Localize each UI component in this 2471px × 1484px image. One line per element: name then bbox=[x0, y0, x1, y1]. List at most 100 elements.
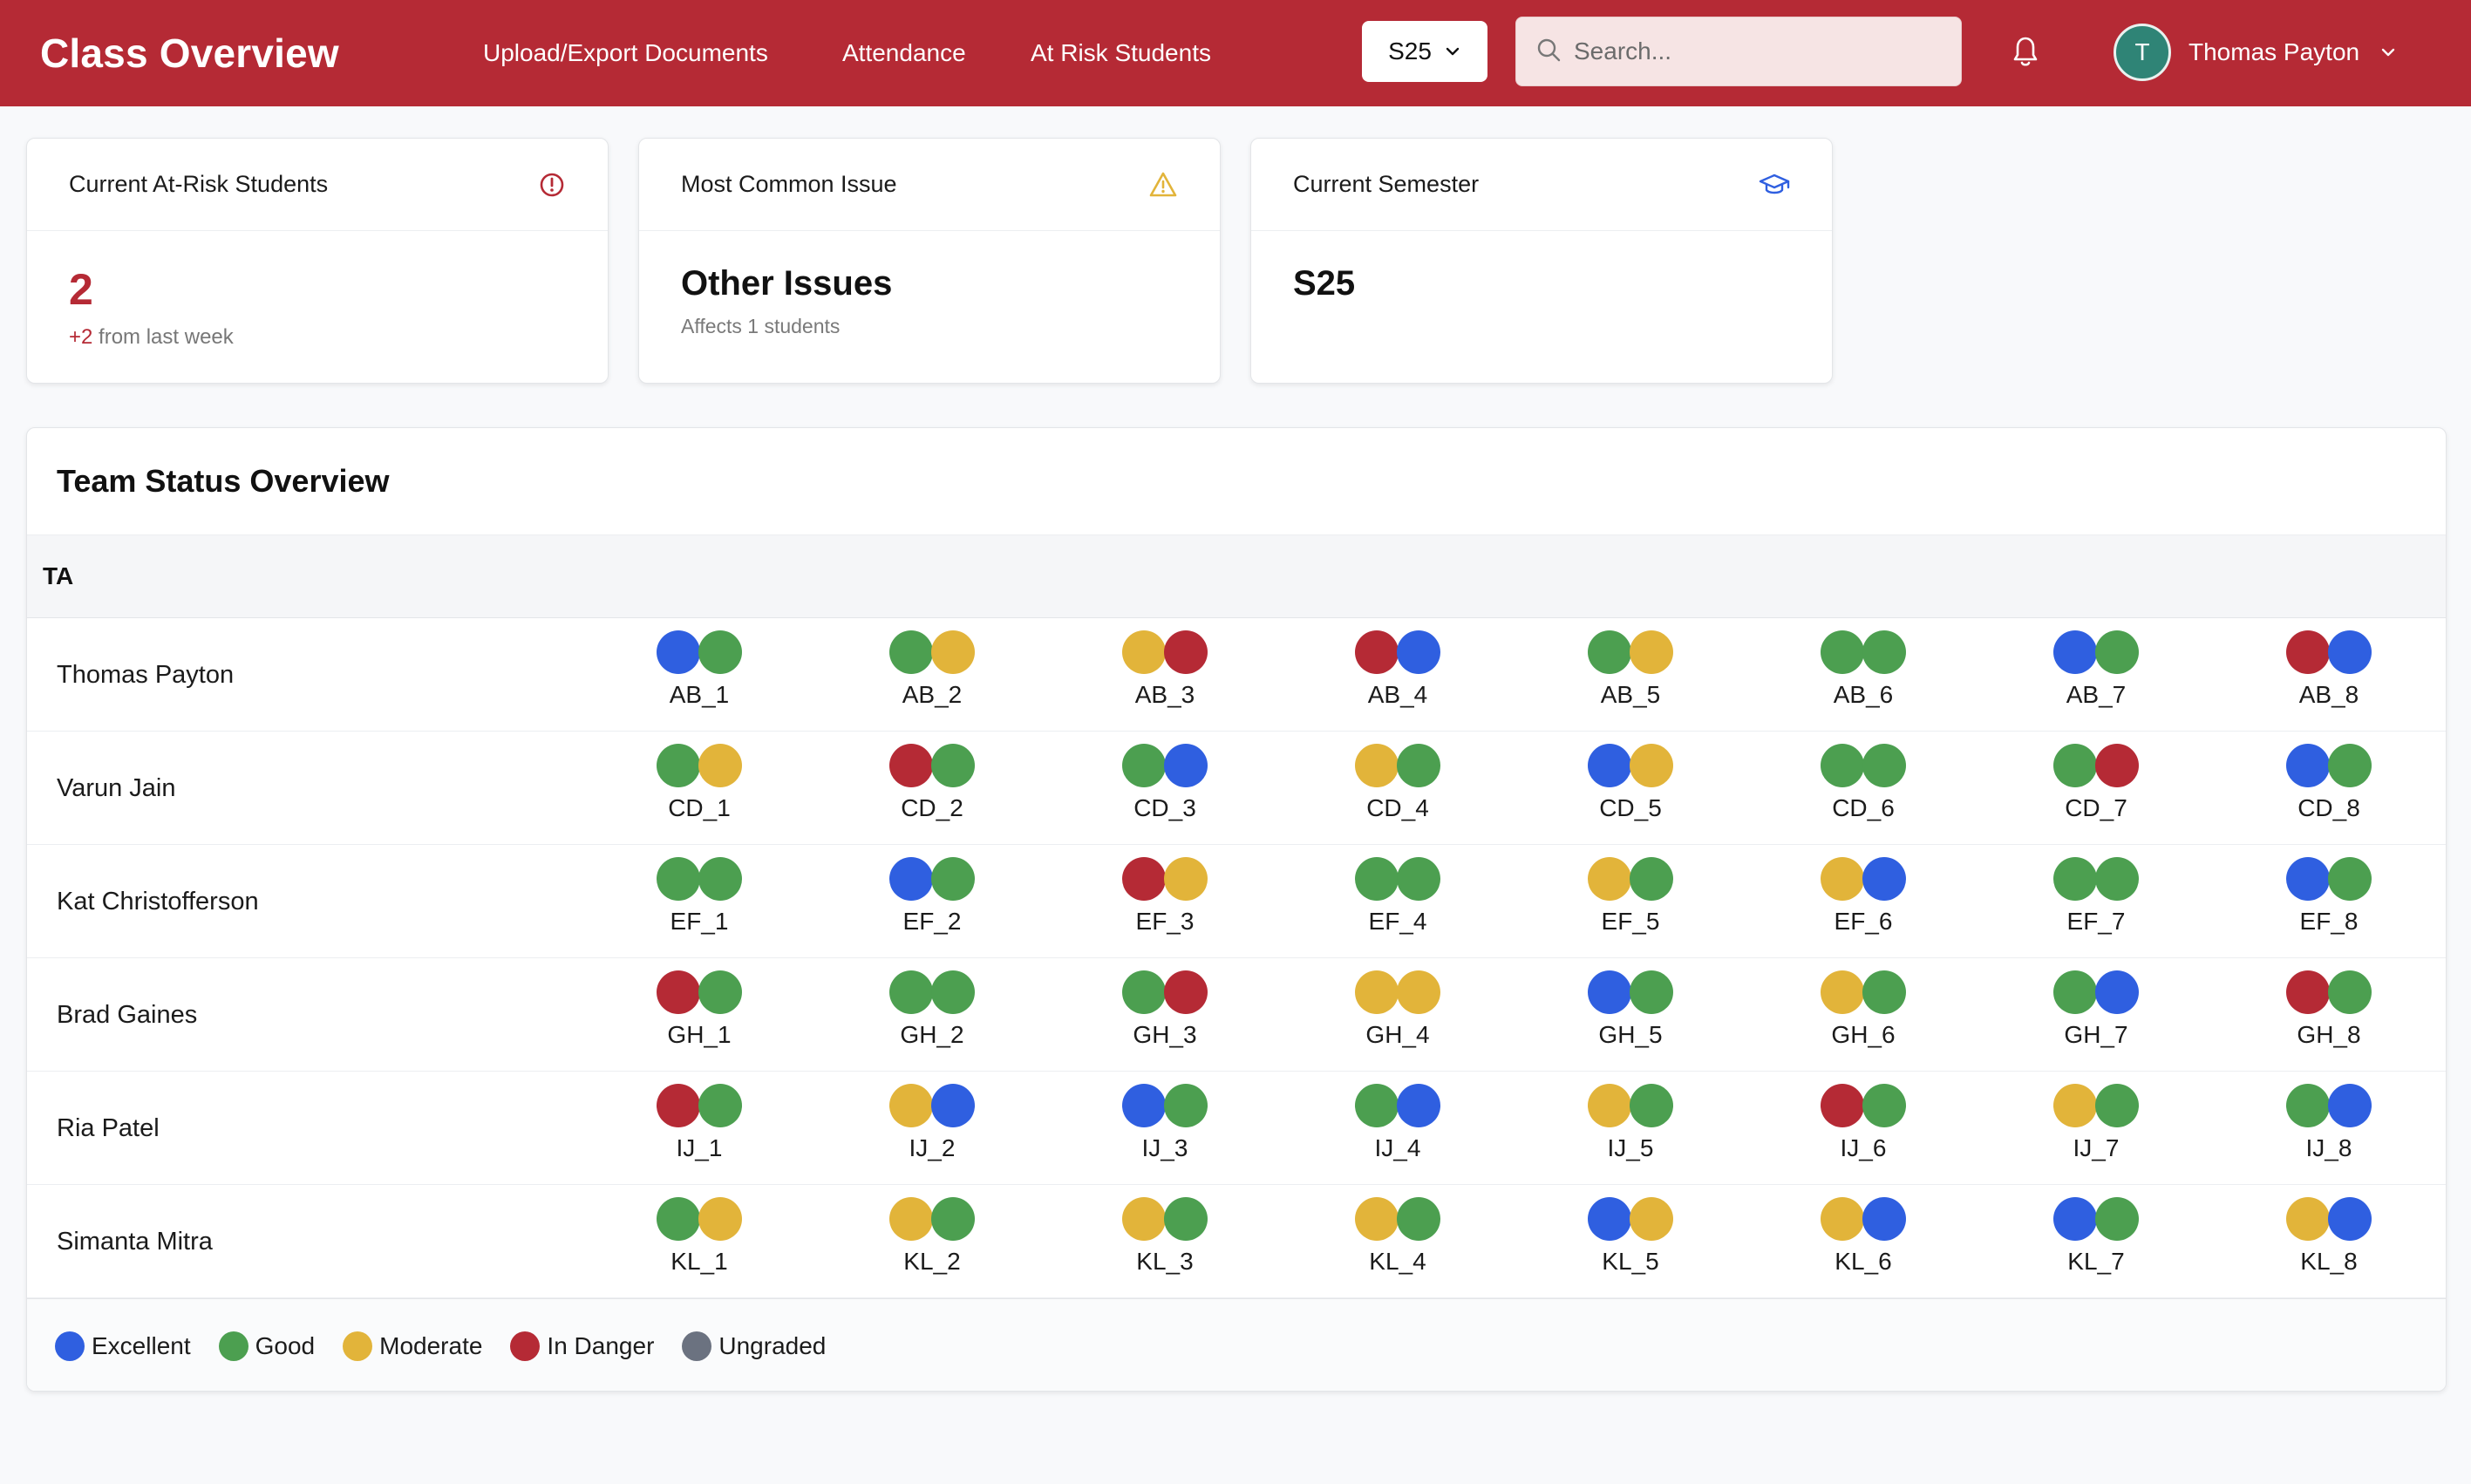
team-label: IJ_4 bbox=[1374, 1134, 1421, 1161]
status-dot-moderate bbox=[1122, 1197, 1166, 1241]
legend-label: In Danger bbox=[547, 1331, 655, 1359]
team-status-cell[interactable]: AB_1 bbox=[647, 630, 752, 726]
team-status-cell[interactable]: AB_5 bbox=[1578, 630, 1683, 726]
nav-at-risk-students[interactable]: At Risk Students bbox=[1031, 0, 1211, 106]
team-status-cell[interactable]: EF_6 bbox=[1811, 857, 1916, 953]
team-label: AB_3 bbox=[1134, 681, 1195, 708]
graduation-cap-icon bbox=[1759, 174, 1790, 194]
status-dots bbox=[2286, 1084, 2372, 1127]
team-status-cell[interactable]: EF_5 bbox=[1578, 857, 1683, 953]
status-dots bbox=[657, 970, 742, 1014]
team-status-cell[interactable]: CD_1 bbox=[647, 744, 752, 840]
team-status-cell[interactable]: AB_4 bbox=[1345, 630, 1450, 726]
team-status-cell[interactable]: EF_7 bbox=[2044, 857, 2148, 953]
status-dot-moderate bbox=[1630, 744, 1673, 787]
team-status-cell[interactable]: EF_1 bbox=[647, 857, 752, 953]
user-menu[interactable]: T Thomas Payton bbox=[2114, 23, 2398, 82]
team-label: KL_1 bbox=[671, 1248, 728, 1275]
semester-select[interactable]: S25 bbox=[1362, 21, 1487, 82]
search-icon bbox=[1537, 38, 1561, 62]
team-status-cell[interactable]: CD_7 bbox=[2044, 744, 2148, 840]
status-dot-good bbox=[1122, 744, 1166, 787]
team-status-cell[interactable]: AB_6 bbox=[1811, 630, 1916, 726]
ta-name: Varun Jain bbox=[57, 773, 176, 802]
status-dots bbox=[2286, 1197, 2372, 1241]
team-status-cell[interactable]: KL_3 bbox=[1113, 1197, 1217, 1293]
team-status-cell[interactable]: EF_8 bbox=[2277, 857, 2381, 953]
search-box[interactable] bbox=[1515, 17, 1962, 86]
team-status-cell[interactable]: EF_2 bbox=[880, 857, 984, 953]
status-dot-moderate bbox=[931, 630, 975, 674]
status-dot-good bbox=[698, 1084, 742, 1127]
team-status-cell[interactable]: AB_2 bbox=[880, 630, 984, 726]
legend-label: Ungraded bbox=[718, 1331, 827, 1359]
status-dot-good bbox=[657, 857, 700, 901]
status-dot-excellent bbox=[1397, 630, 1440, 674]
search-input[interactable] bbox=[1574, 17, 1940, 85]
status-dots bbox=[1355, 1084, 1440, 1127]
table-row: Kat Christofferson EF_1 EF_2 EF_3 EF_4 EF_5 EF… bbox=[27, 845, 2446, 958]
team-status-cell[interactable]: IJ_7 bbox=[2044, 1084, 2148, 1180]
team-status-cell[interactable]: IJ_1 bbox=[647, 1084, 752, 1180]
team-status-cell[interactable]: AB_3 bbox=[1113, 630, 1217, 726]
team-status-cell[interactable]: AB_7 bbox=[2044, 630, 2148, 726]
team-status-cell[interactable]: KL_7 bbox=[2044, 1197, 2148, 1293]
team-status-cell[interactable]: IJ_4 bbox=[1345, 1084, 1450, 1180]
team-label: GH_5 bbox=[1598, 1021, 1663, 1048]
team-status-cell[interactable]: KL_2 bbox=[880, 1197, 984, 1293]
table-row: Thomas Payton AB_1 AB_2 AB_3 AB_4 AB_5 AB_6 AB_… bbox=[27, 618, 2446, 732]
status-dot-good bbox=[1164, 1084, 1208, 1127]
status-dots bbox=[1821, 857, 1906, 901]
status-dot-moderate bbox=[1588, 857, 1631, 901]
legend-item-moderate: Moderate bbox=[343, 1331, 482, 1361]
team-status-cell[interactable]: GH_1 bbox=[647, 970, 752, 1066]
notifications-bell-icon[interactable] bbox=[2005, 31, 2046, 71]
team-label: GH_6 bbox=[1831, 1021, 1896, 1048]
team-label: EF_1 bbox=[670, 908, 729, 935]
team-status-cell[interactable]: IJ_3 bbox=[1113, 1084, 1217, 1180]
status-dots bbox=[1122, 1084, 1208, 1127]
status-dot-moderate bbox=[1821, 857, 1864, 901]
team-label: AB_5 bbox=[1600, 681, 1661, 708]
team-status-cell[interactable]: IJ_5 bbox=[1578, 1084, 1683, 1180]
team-label: EF_4 bbox=[1368, 908, 1427, 935]
team-status-cell[interactable]: GH_5 bbox=[1578, 970, 1683, 1066]
legend-item-excellent: Excellent bbox=[55, 1331, 191, 1361]
team-status-cell[interactable]: EF_4 bbox=[1345, 857, 1450, 953]
team-status-cell[interactable]: GH_3 bbox=[1113, 970, 1217, 1066]
nav-upload-export[interactable]: Upload/Export Documents bbox=[483, 0, 768, 106]
nav-attendance[interactable]: Attendance bbox=[842, 0, 966, 106]
team-status-cell[interactable]: CD_8 bbox=[2277, 744, 2381, 840]
team-status-cell[interactable]: GH_2 bbox=[880, 970, 984, 1066]
team-status-cell[interactable]: KL_8 bbox=[2277, 1197, 2381, 1293]
team-status-cell[interactable]: CD_3 bbox=[1113, 744, 1217, 840]
status-dot-excellent bbox=[1588, 970, 1631, 1014]
team-label: KL_2 bbox=[903, 1248, 961, 1275]
team-status-cell[interactable]: GH_8 bbox=[2277, 970, 2381, 1066]
team-label: EF_3 bbox=[1135, 908, 1195, 935]
status-dot-good bbox=[698, 630, 742, 674]
team-status-cell[interactable]: CD_2 bbox=[880, 744, 984, 840]
team-status-cell[interactable]: KL_6 bbox=[1811, 1197, 1916, 1293]
card-title: Current At-Risk Students bbox=[69, 171, 329, 197]
team-status-cell[interactable]: KL_1 bbox=[647, 1197, 752, 1293]
current-semester-value: S25 bbox=[1293, 264, 1356, 303]
team-label: CD_2 bbox=[901, 794, 963, 821]
team-status-cell[interactable]: CD_5 bbox=[1578, 744, 1683, 840]
team-status-cell[interactable]: IJ_2 bbox=[880, 1084, 984, 1180]
warning-triangle-icon bbox=[1149, 172, 1177, 196]
team-status-cell[interactable]: AB_8 bbox=[2277, 630, 2381, 726]
status-dots bbox=[2053, 1197, 2139, 1241]
team-status-cell[interactable]: CD_6 bbox=[1811, 744, 1916, 840]
team-label: AB_2 bbox=[902, 681, 963, 708]
team-status-cell[interactable]: EF_3 bbox=[1113, 857, 1217, 953]
status-dot-good bbox=[931, 857, 975, 901]
team-status-cell[interactable]: IJ_8 bbox=[2277, 1084, 2381, 1180]
team-status-cell[interactable]: CD_4 bbox=[1345, 744, 1450, 840]
team-status-cell[interactable]: IJ_6 bbox=[1811, 1084, 1916, 1180]
team-status-cell[interactable]: GH_7 bbox=[2044, 970, 2148, 1066]
team-status-cell[interactable]: KL_4 bbox=[1345, 1197, 1450, 1293]
team-status-cell[interactable]: KL_5 bbox=[1578, 1197, 1683, 1293]
team-status-cell[interactable]: GH_4 bbox=[1345, 970, 1450, 1066]
team-status-cell[interactable]: GH_6 bbox=[1811, 970, 1916, 1066]
